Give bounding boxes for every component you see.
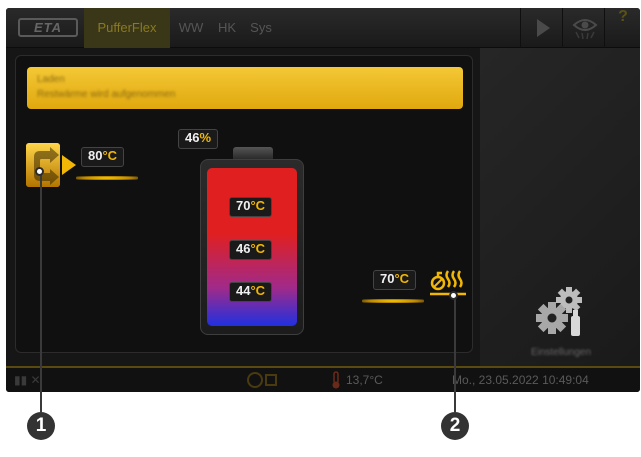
status-line-1: Laden xyxy=(37,74,65,85)
status-bar: ▮▮ ✕ 13,7°C Mo., 23.05.2022 10:49:04 xyxy=(6,366,640,392)
nav-divider xyxy=(604,8,605,48)
help-button[interactable]: ? xyxy=(606,8,640,48)
tank-cap xyxy=(233,147,273,159)
tab-sys[interactable]: Sys xyxy=(244,8,278,48)
callout-1-dot xyxy=(35,167,44,176)
inlet-temperature-value: 80 xyxy=(88,148,103,163)
inlet-flow-indicator xyxy=(76,176,138,180)
eye-icon xyxy=(572,19,598,40)
date-time: Mo., 23.05.2022 10:49:04 xyxy=(452,373,589,387)
outlet-flow-indicator xyxy=(362,299,424,303)
nav-divider xyxy=(520,8,521,48)
status-banner: Laden Restwärme wird aufgenommen xyxy=(27,67,463,109)
charge-level-unit: % xyxy=(199,130,212,145)
callout-1-line xyxy=(40,172,42,412)
top-navigation-bar: ETA PufferFlex WW HK Sys ? xyxy=(6,8,640,48)
eta-logo: ETA xyxy=(18,18,78,37)
heating-circuit-icon[interactable] xyxy=(428,266,468,300)
tank-middle-temperature-unit: °C xyxy=(250,241,266,256)
heat-source-icon[interactable] xyxy=(26,143,64,187)
charge-level-value: 46 xyxy=(185,130,200,145)
callout-1-marker: 1 xyxy=(27,412,55,440)
tank-bottom-temperature-badge: 44°C xyxy=(229,282,273,302)
callout-2-marker: 2 xyxy=(441,412,469,440)
settings-button[interactable]: Einstellungen xyxy=(506,286,616,358)
inlet-temperature-badge: 80°C xyxy=(81,147,125,167)
thermometer-icon xyxy=(332,371,340,389)
settings-label: Einstellungen xyxy=(530,347,592,358)
flow-arrow-icon xyxy=(62,155,76,175)
tank-bottom-temperature-unit: °C xyxy=(250,283,266,298)
tank-middle-temperature-badge: 46°C xyxy=(229,240,273,260)
outlet-temperature-badge: 70°C xyxy=(373,270,417,290)
outdoor-temperature: 13,7°C xyxy=(346,373,383,387)
play-button[interactable] xyxy=(526,8,560,48)
boiler-status-icon xyxy=(247,372,277,388)
play-icon xyxy=(537,19,550,37)
tank-top-temperature-unit: °C xyxy=(250,198,266,213)
tank-top-temperature-badge: 70°C xyxy=(229,197,273,217)
visibility-button[interactable] xyxy=(566,8,602,48)
callout-2-dot xyxy=(449,291,458,300)
outlet-temperature-value: 70 xyxy=(380,271,395,286)
tank-bottom-temperature-value: 44 xyxy=(236,283,251,298)
touch-display: ETA PufferFlex WW HK Sys ? Laden Restwär… xyxy=(6,8,640,392)
callout-2-line xyxy=(454,296,456,412)
charge-level-badge: 46% xyxy=(178,129,219,149)
tank-top-temperature-value: 70 xyxy=(236,198,251,213)
status-line-2: Restwärme wird aufgenommen xyxy=(37,89,176,100)
gears-icon xyxy=(536,287,582,336)
nav-divider xyxy=(562,8,563,48)
inlet-temperature-unit: °C xyxy=(102,148,118,163)
outlet-temperature-unit: °C xyxy=(394,271,410,286)
tab-ww[interactable]: WW xyxy=(172,8,210,48)
tab-pufferflex[interactable]: PufferFlex xyxy=(84,8,170,48)
status-left-icons: ▮▮ ✕ xyxy=(14,373,41,387)
tab-hk[interactable]: HK xyxy=(212,8,242,48)
tank-middle-temperature-value: 46 xyxy=(236,241,251,256)
